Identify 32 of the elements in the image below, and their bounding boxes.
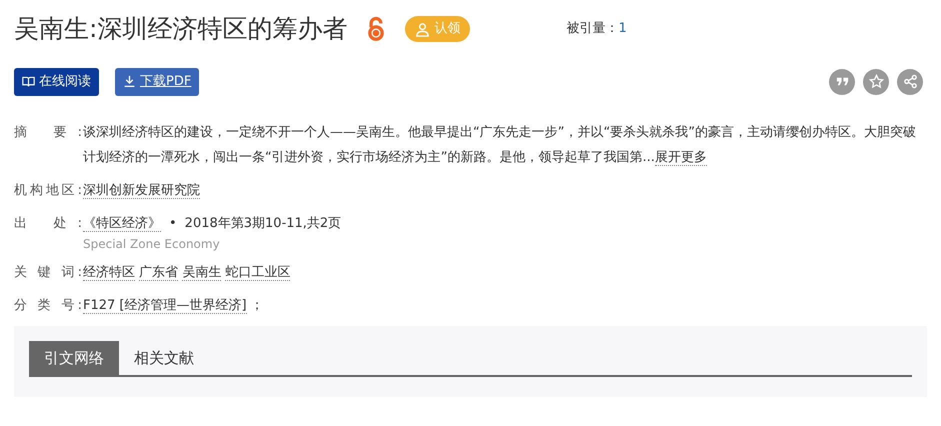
download-pdf-button[interactable]: 下载PDF — [115, 68, 200, 96]
person-icon — [415, 22, 430, 36]
abstract-text: 谈深圳经济特区的建设，一定绕不开一个人——吴南生。他最早提出“广东先走一步”，并以“要杀头就杀我”的豪言，主动请缨创办特区。大胆突破计划经济的一潭死水，闯出一条“引进外资，实行市场经济为主”的新路。是他，领导起草了我国第...展开更多 — [82, 124, 917, 168]
field-link[interactable]: 经济特区 — [83, 264, 135, 280]
tab[interactable]: 引文网络 — [29, 340, 119, 375]
citation-count: 被引量：1 — [566, 20, 627, 38]
field-link[interactable]: F127 [经济管理—世界经济] — [83, 298, 247, 314]
journal-english-name: Special Zone Economy — [83, 236, 221, 252]
expand-link[interactable]: 展开更多 — [654, 150, 707, 166]
read-online-button[interactable]: 在线阅读 — [14, 68, 99, 96]
article-title: 吴南生:深圳经济特区的筹办者 — [14, 14, 348, 44]
field-label: 机构地区: — [14, 182, 82, 200]
field-label: 出 处: — [14, 214, 82, 232]
field-link[interactable]: 广东省 — [139, 264, 178, 280]
issue-text: 2018年第3期10-11,共2页 — [184, 216, 342, 230]
field-label: 分 类 号: — [14, 296, 82, 314]
star-icon — [868, 74, 884, 90]
journal-link[interactable]: 《特区经济》 — [83, 216, 161, 232]
tab[interactable]: 相关文献 — [119, 340, 209, 375]
separator-text: ； — [250, 298, 264, 312]
share-icon — [902, 74, 918, 90]
quote-button[interactable] — [829, 68, 855, 95]
bullet-separator: • — [169, 216, 177, 230]
share-button[interactable] — [897, 68, 923, 95]
favorite-button[interactable] — [863, 68, 889, 95]
field-link[interactable]: 蛇口工业区 — [225, 264, 290, 280]
field-link[interactable]: 深圳创新发展研究院 — [83, 182, 200, 198]
download-icon — [123, 75, 136, 88]
field-link[interactable]: 吴南生 — [182, 264, 222, 280]
field-label: 摘 要: — [14, 124, 82, 142]
book-icon — [22, 75, 35, 88]
field-label: 关 键 词: — [14, 264, 82, 282]
